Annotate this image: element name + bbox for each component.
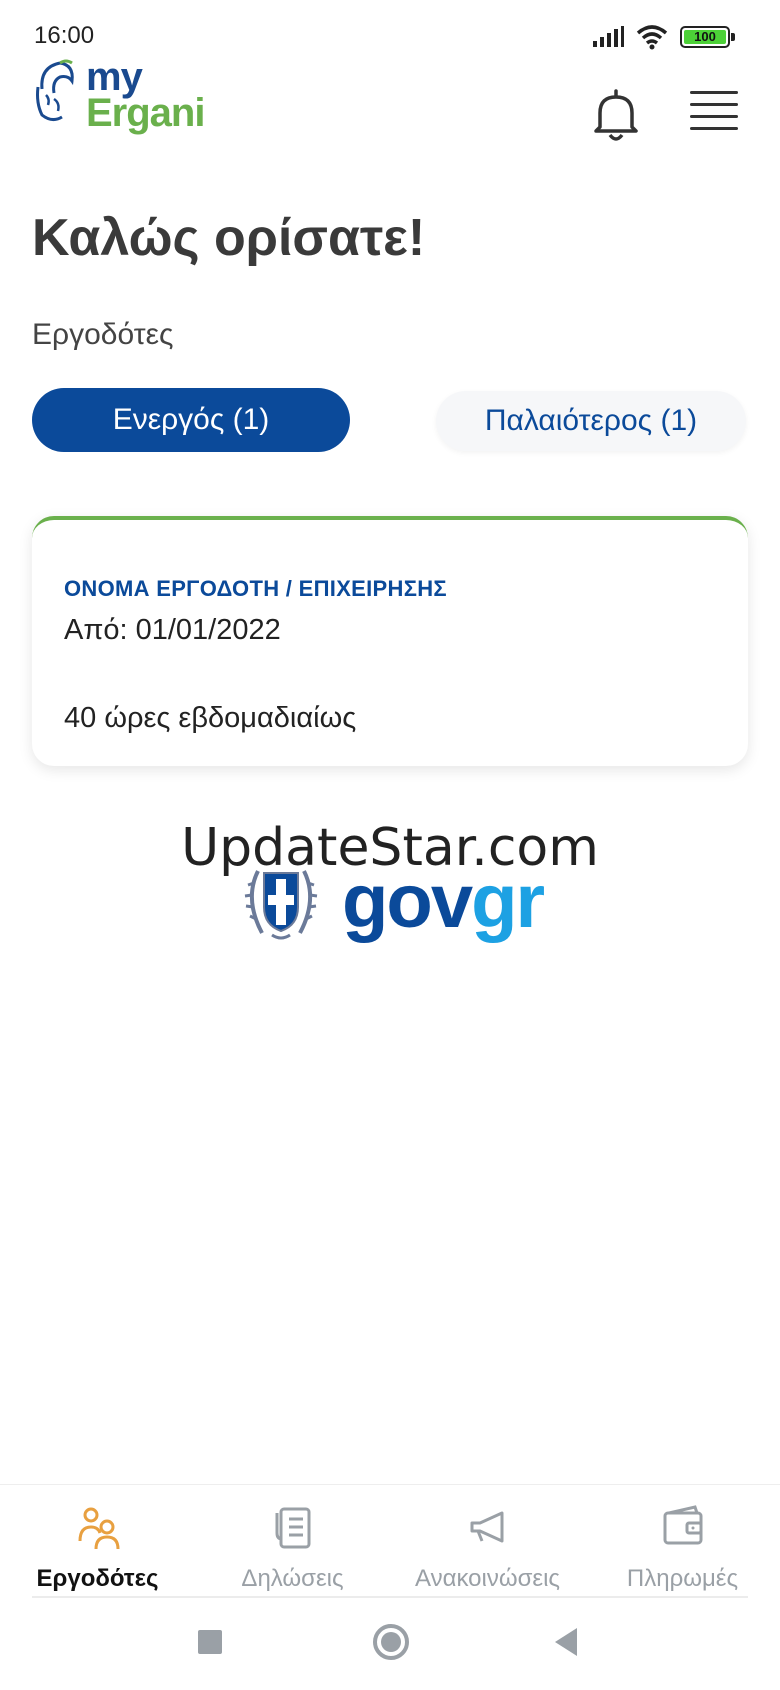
notifications-button[interactable] — [588, 87, 644, 143]
battery-icon: 100 — [680, 26, 735, 48]
bottom-navigation: Εργοδότες Δηλώσεις Ανακοινώσεις Πληρωμές — [0, 1484, 780, 1596]
govgr-logo: govgr — [238, 858, 545, 945]
menu-button[interactable] — [690, 91, 738, 135]
logo-ergani: Ergani — [86, 91, 205, 135]
govgr-text: govgr — [342, 858, 545, 945]
document-icon — [275, 1507, 310, 1549]
home-button[interactable] — [373, 1624, 409, 1660]
logo-text: my Ergani — [86, 55, 205, 135]
megaphone-icon — [470, 1511, 503, 1543]
page-title: Καλώς ορίσατε! — [32, 209, 426, 267]
nav-item-declarations[interactable]: Δηλώσεις — [195, 1485, 390, 1597]
recent-apps-button[interactable] — [198, 1630, 222, 1654]
status-bar: 16:00 100 — [0, 0, 780, 60]
employer-name: ΟΝΟΜΑ ΕΡΓΟΔΟΤΗ / ΕΠΙΧΕΙΡΗΣΗΣ — [64, 576, 447, 601]
signal-icon — [593, 26, 624, 47]
nav-label-declarations: Δηλώσεις — [241, 1565, 344, 1592]
battery-level: 100 — [684, 30, 726, 44]
nav-item-employers[interactable]: Εργοδότες — [0, 1485, 195, 1597]
nav-item-payments[interactable]: Πληρωμές — [585, 1485, 780, 1597]
system-navigation-bar — [0, 1600, 780, 1690]
nav-item-announcements[interactable]: Ανακοινώσεις — [390, 1485, 585, 1597]
people-icon — [78, 1507, 119, 1550]
employment-start-date: Από: 01/01/2022 — [64, 614, 281, 646]
status-icons: 100 — [592, 22, 735, 52]
govgr-gov: gov — [342, 859, 473, 944]
tab-active-employer[interactable]: Ενεργός (1) — [32, 388, 350, 452]
nav-divider — [32, 1596, 748, 1598]
back-button[interactable] — [555, 1628, 577, 1656]
section-label-employers: Εργοδότες — [32, 318, 174, 351]
nav-label-announcements: Ανακοινώσεις — [415, 1565, 560, 1592]
employer-card[interactable]: ΟΝΟΜΑ ΕΡΓΟΔΟΤΗ / ΕΠΙΧΕΙΡΗΣΗΣ Από: 01/01/… — [32, 516, 748, 766]
menu-icon — [690, 91, 738, 130]
nav-label-employers: Εργοδότες — [36, 1565, 159, 1592]
wallet-icon — [663, 1505, 702, 1545]
tab-previous-employer[interactable]: Παλαιότερος (1) — [436, 391, 746, 451]
govgr-gr: gr — [471, 859, 545, 944]
bell-icon — [594, 89, 638, 141]
weekly-hours: 40 ώρες εβδομαδιαίως — [64, 702, 357, 734]
nav-label-payments: Πληρωμές — [626, 1565, 739, 1592]
logo-my: my — [86, 55, 143, 99]
status-time: 16:00 — [34, 22, 95, 49]
wifi-icon — [636, 25, 668, 50]
my-ergani-logo[interactable]: my Ergani — [32, 55, 205, 135]
athena-helmet-icon — [36, 59, 74, 122]
greek-coat-of-arms-icon — [244, 869, 318, 939]
app-header: my Ergani — [0, 55, 780, 170]
